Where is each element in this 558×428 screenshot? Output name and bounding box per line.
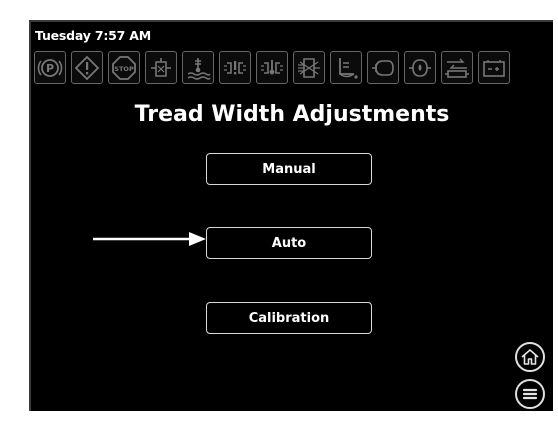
engine-warning-icon — [367, 51, 399, 84]
fuel-filter-icon — [441, 51, 473, 84]
stop-icon: STOP — [108, 51, 140, 84]
transmission-temperature-icon — [256, 51, 288, 84]
engine-oil-icon — [330, 51, 362, 84]
battery-icon — [478, 51, 510, 84]
air-filter-icon — [293, 51, 325, 84]
transmission-warning-icon — [219, 51, 251, 84]
auto-button[interactable]: Auto — [206, 227, 372, 259]
warning-icon — [71, 51, 103, 84]
oil-pressure-icon — [404, 51, 436, 84]
home-button[interactable] — [515, 342, 545, 372]
calibration-button[interactable]: Calibration — [206, 302, 372, 334]
stop-icon-label: STOP — [114, 65, 134, 73]
hamburger-menu-icon — [522, 388, 538, 400]
callout-arrow — [93, 232, 206, 246]
park-brake-icon: P — [34, 51, 66, 84]
svg-text:P: P — [46, 62, 54, 75]
manual-button[interactable]: Manual — [206, 153, 372, 185]
page-title: Tread Width Adjustments — [134, 102, 450, 127]
home-icon — [521, 349, 539, 365]
clock: Tuesday 7:57 AM — [35, 28, 152, 43]
menu-button[interactable] — [515, 379, 545, 409]
coolant-temperature-icon — [182, 51, 214, 84]
display-screen: Tuesday 7:57 AM P STOP Tread Width Adjus… — [29, 20, 553, 411]
hydraulic-filter-icon — [145, 51, 177, 84]
